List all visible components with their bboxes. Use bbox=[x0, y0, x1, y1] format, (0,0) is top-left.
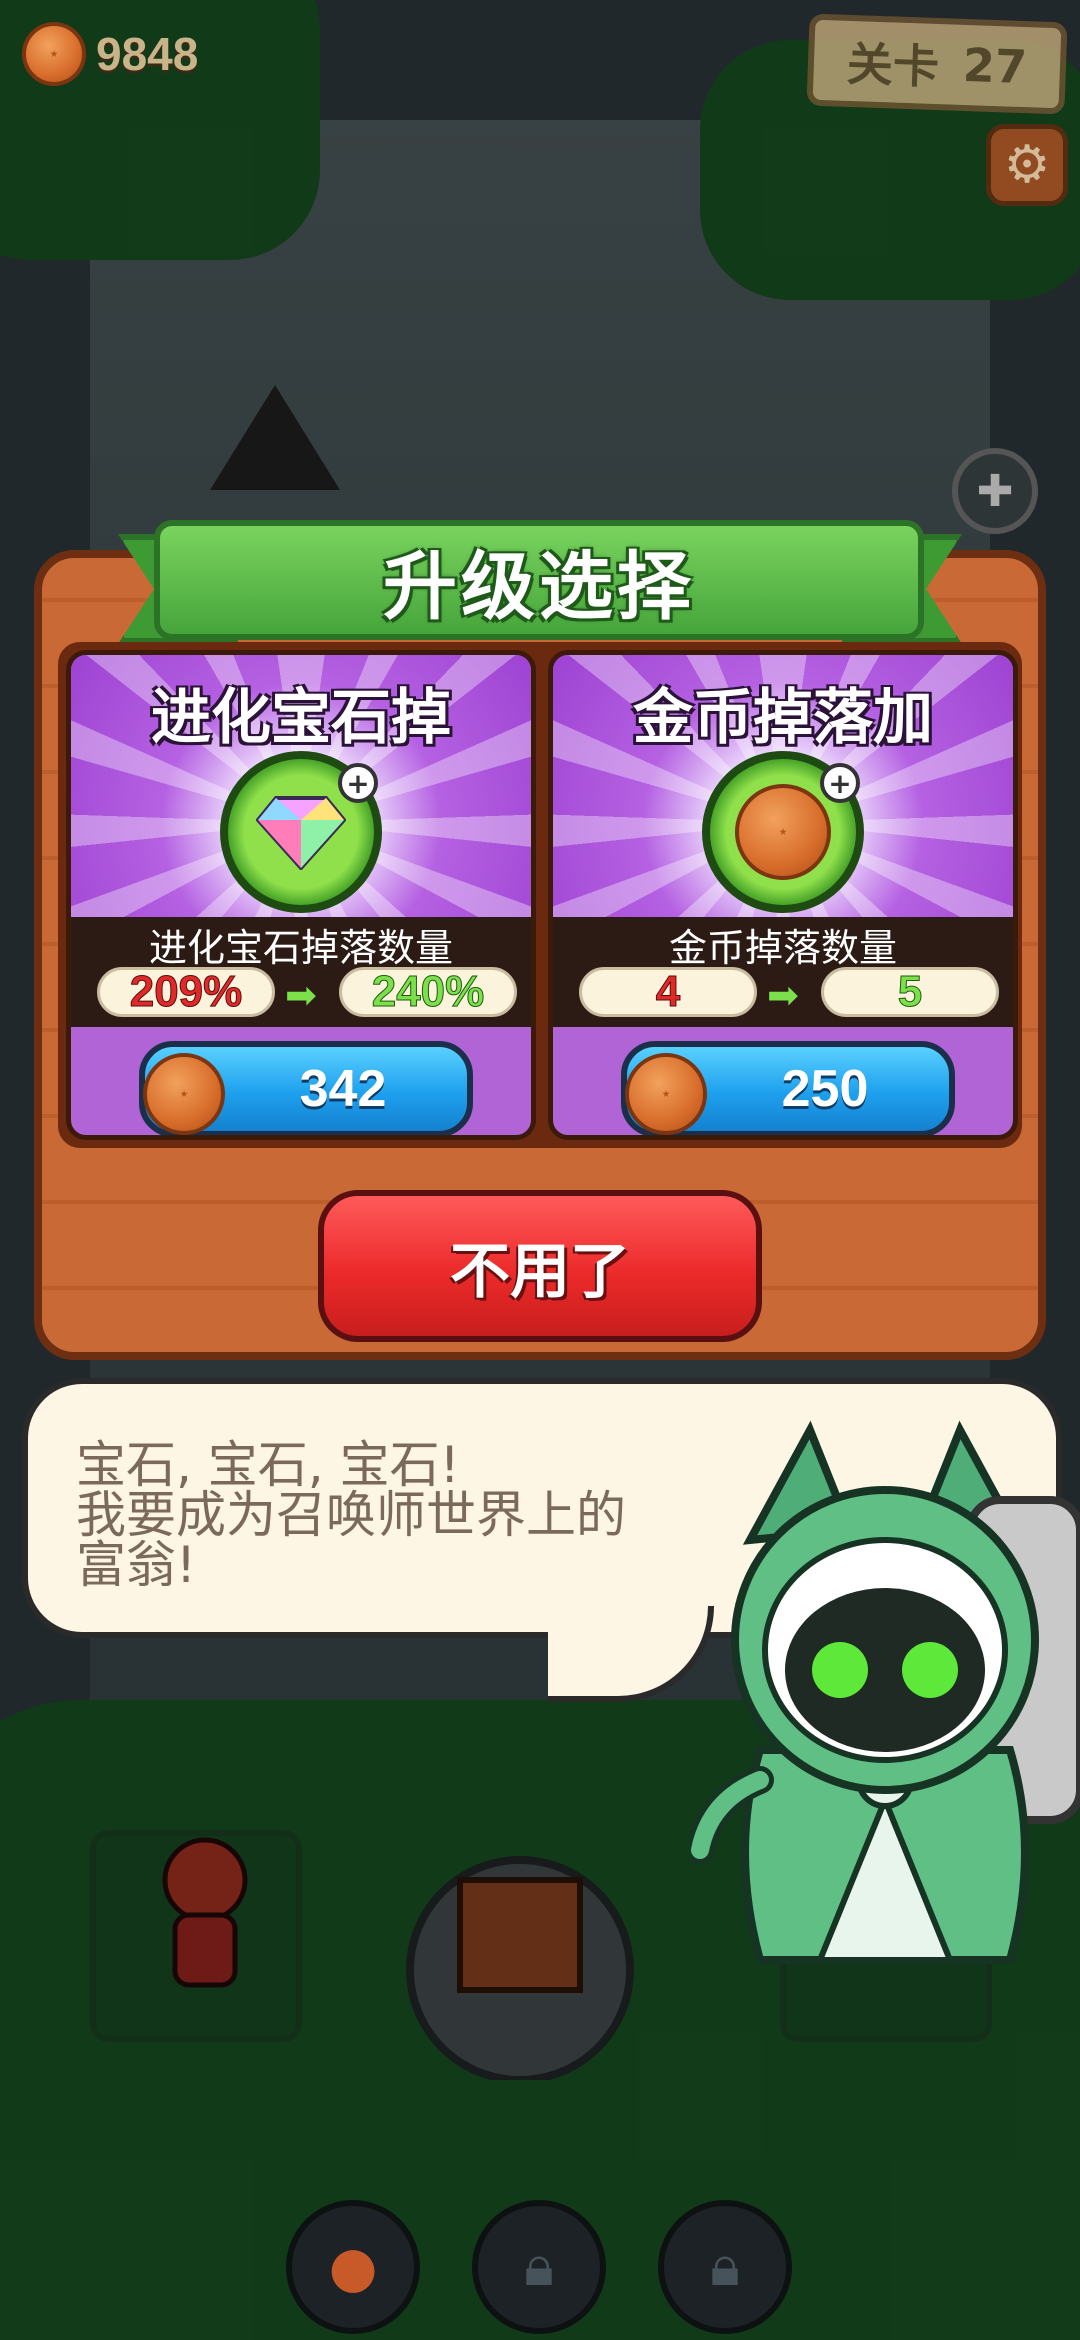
coin-icon bbox=[735, 784, 831, 880]
buy-button-gem[interactable]: 342 bbox=[139, 1041, 473, 1135]
coin-counter: 9848 bbox=[22, 22, 198, 86]
decline-button[interactable]: 不用了 bbox=[318, 1190, 762, 1342]
stat-next: 240% bbox=[339, 967, 517, 1017]
stat-current: 4 bbox=[579, 967, 757, 1017]
stat-current: 209% bbox=[97, 967, 275, 1017]
coin-amount: 9848 bbox=[96, 28, 199, 80]
stat-next: 5 bbox=[821, 967, 999, 1017]
lock-icon: 🔒︎ bbox=[710, 2234, 740, 2299]
buy-button-coin[interactable]: 250 bbox=[621, 1041, 955, 1135]
dialog-line: 我要成为召唤师世界上的 bbox=[76, 1486, 626, 1544]
price: 342 bbox=[299, 1060, 387, 1118]
settings-button[interactable]: ⚙ bbox=[986, 124, 1068, 206]
card-title: 金币掉落加 bbox=[633, 683, 933, 753]
upgrade-panel: 升级选择 进化宝石掉 + 进化宝石掉落数量 209% ➡ 240% ★ 342 … bbox=[34, 520, 1046, 1360]
upgrade-cards: 进化宝石掉 + 进化宝石掉落数量 209% ➡ 240% 342 bbox=[58, 642, 1022, 1148]
arrow-right-icon: ➡ bbox=[285, 973, 317, 1017]
skill-slot-locked[interactable]: 🔒︎ bbox=[472, 2200, 606, 2334]
stat-label: 金币掉落数量 bbox=[668, 926, 897, 970]
skill-slot-locked[interactable]: 🔒︎ bbox=[658, 2200, 792, 2334]
dialog-line: 宝石, 宝石, 宝石! bbox=[76, 1436, 460, 1494]
plus-icon: + bbox=[338, 763, 378, 803]
hooded-robot-character bbox=[690, 1420, 1080, 1964]
card-title: 进化宝石掉 bbox=[151, 683, 451, 753]
lock-icon: 🔒︎ bbox=[524, 2234, 554, 2299]
coin-icon bbox=[625, 1053, 707, 1135]
coin-icon bbox=[22, 22, 86, 86]
gear-icon: ⚙ bbox=[1003, 135, 1051, 195]
stat-label: 进化宝石掉落数量 bbox=[148, 926, 453, 970]
upgrade-card-coin[interactable]: 金币掉落加 + 金币掉落数量 4 ➡ 5 250 bbox=[548, 650, 1018, 1140]
price: 250 bbox=[781, 1060, 869, 1118]
level-sign: 关卡 27 bbox=[806, 13, 1068, 115]
plus-icon: ✚ bbox=[976, 465, 1014, 517]
arrow-right-icon: ➡ bbox=[767, 973, 799, 1017]
coin-icon bbox=[143, 1053, 225, 1135]
plus-icon: + bbox=[820, 763, 860, 803]
skill-slot[interactable]: ● bbox=[286, 2200, 420, 2334]
dialog-line: 富翁! bbox=[76, 1536, 197, 1594]
gem-icon bbox=[256, 796, 346, 870]
coin-plus-icon: + bbox=[702, 751, 864, 913]
gem-plus-icon: + bbox=[220, 751, 382, 913]
level-label: 关卡 bbox=[845, 36, 940, 95]
panel-title: 升级选择 bbox=[383, 543, 695, 630]
title-ribbon: 升级选择 bbox=[154, 520, 924, 640]
fire-icon: ● bbox=[328, 2234, 378, 2300]
level-number: 27 bbox=[962, 37, 1028, 95]
upgrade-card-gem[interactable]: 进化宝石掉 + 进化宝石掉落数量 209% ➡ 240% 342 bbox=[66, 650, 536, 1140]
